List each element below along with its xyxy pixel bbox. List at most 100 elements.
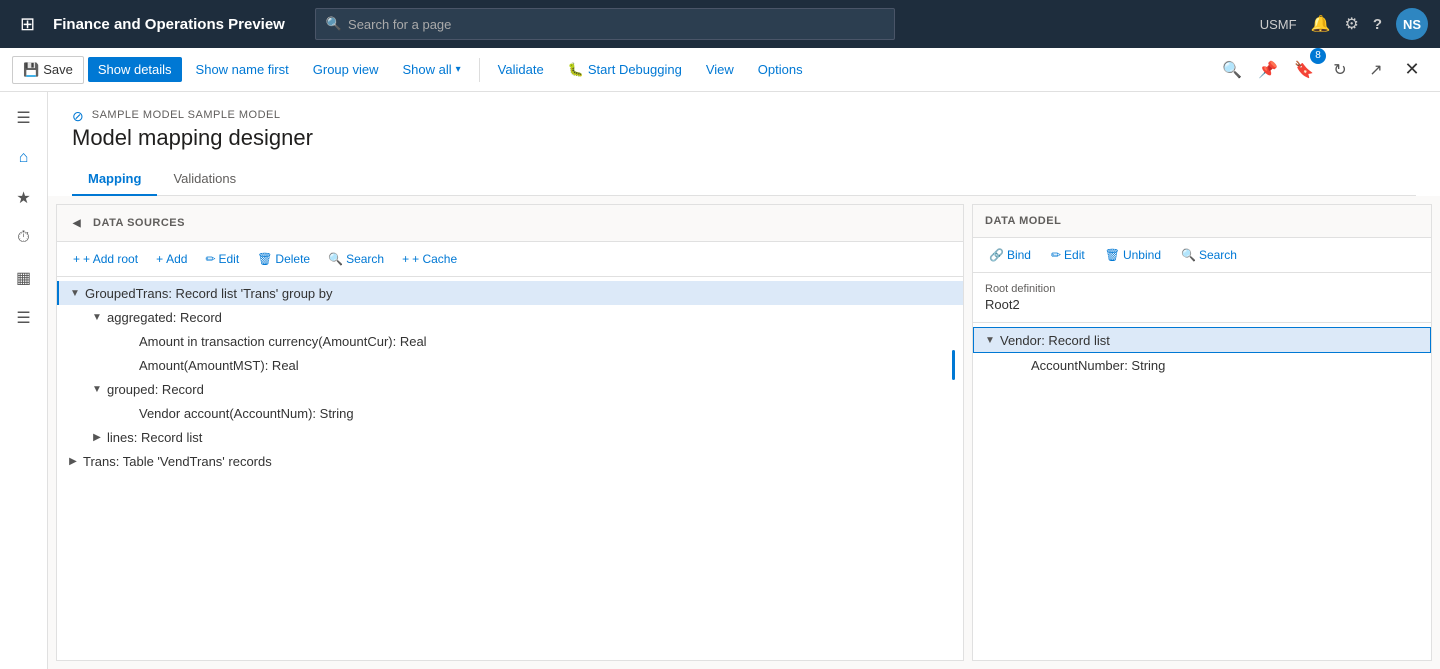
datasources-toolbar: + + Add root + Add ✏ Edit 🗑 Delete — [57, 242, 963, 277]
datasources-collapse-btn[interactable]: ◀ — [69, 215, 85, 231]
top-nav-right: USMF 🔔 ⚙ ? NS — [1260, 8, 1428, 40]
view-button[interactable]: View — [696, 57, 744, 82]
scroll-indicator — [952, 350, 955, 380]
sidebar-modules-icon[interactable]: ☰ — [6, 300, 42, 336]
dm-collapse-icon[interactable]: ▼ — [982, 332, 998, 348]
global-search[interactable]: 🔍 — [315, 8, 895, 40]
root-def-label: Root definition — [985, 283, 1419, 295]
tree-item[interactable]: ▶ lines: Record list — [57, 425, 963, 449]
show-all-button[interactable]: Show all ▾ — [393, 57, 471, 82]
datasources-tree: ▼ GroupedTrans: Record list 'Trans' grou… — [57, 277, 963, 660]
datamodel-tree: ▼ Vendor: Record list ▶ AccountNumber: S… — [973, 323, 1431, 660]
search-input[interactable] — [348, 17, 884, 32]
show-name-first-button[interactable]: Show name first — [186, 57, 299, 82]
tab-bar: Mapping Validations — [72, 163, 1416, 196]
usmf-label: USMF — [1260, 17, 1297, 32]
refresh-button[interactable]: ↻ — [1324, 54, 1356, 86]
tree-item[interactable]: ▶ Vendor account(AccountNum): String — [57, 401, 963, 425]
trash-dm-icon: 🗑 — [1105, 248, 1120, 262]
start-debugging-button[interactable]: 🐛 Start Debugging — [558, 57, 692, 83]
dm-tree-item[interactable]: ▼ Vendor: Record list — [973, 327, 1431, 353]
sidebar-workspaces-icon[interactable]: ▦ — [6, 260, 42, 296]
notification-badge: 8 — [1310, 48, 1326, 64]
left-sidebar: ☰ ⌂ ★ ⏱ ▦ ☰ — [0, 92, 48, 669]
avatar[interactable]: NS — [1396, 8, 1428, 40]
collapse-icon[interactable]: ▼ — [89, 309, 105, 325]
dm-tree-item[interactable]: ▶ AccountNumber: String — [973, 353, 1431, 377]
root-def-value: Root2 — [985, 297, 1419, 312]
search-ds-button[interactable]: 🔍 Search — [320, 248, 392, 270]
unbind-button[interactable]: 🗑 Unbind — [1097, 244, 1169, 266]
gear-icon[interactable]: ⚙ — [1344, 14, 1358, 34]
grid-icon[interactable]: ⊞ — [12, 10, 43, 39]
collapse-icon[interactable]: ▼ — [89, 381, 105, 397]
dm-edit-icon: ✏ — [1051, 248, 1061, 262]
add-root-button[interactable]: + + Add root — [65, 248, 146, 270]
chevron-down-icon: ▾ — [456, 64, 461, 75]
notification-area: 🔖 8 — [1288, 54, 1320, 86]
tree-item[interactable]: ▶ Amount(AmountMST): Real — [57, 353, 963, 377]
trash-icon: 🗑 — [257, 252, 272, 266]
tab-validations[interactable]: Validations — [157, 163, 252, 196]
link-icon: 🔗 — [989, 248, 1004, 262]
top-navigation: ⊞ Finance and Operations Preview 🔍 USMF … — [0, 0, 1440, 48]
search-ds-icon: 🔍 — [328, 252, 343, 266]
expand-icon[interactable]: ▶ — [89, 429, 105, 445]
edit-button[interactable]: ✏ Edit — [197, 248, 247, 270]
external-link-button[interactable]: ↗ — [1360, 54, 1392, 86]
search-icon: 🔍 — [326, 16, 342, 32]
cache-icon: + — [402, 252, 409, 266]
tree-item[interactable]: ▶ Amount in transaction currency(AmountC… — [57, 329, 963, 353]
filter-icon[interactable]: ⊘ — [72, 108, 84, 125]
dm-edit-button[interactable]: ✏ Edit — [1043, 244, 1093, 266]
close-button[interactable]: ✕ — [1396, 54, 1428, 86]
options-button[interactable]: Options — [748, 57, 813, 82]
datasources-header: ◀ DATA SOURCES — [57, 205, 963, 242]
tree-item[interactable]: ▶ Trans: Table 'VendTrans' records — [57, 449, 963, 473]
separator-1 — [479, 58, 480, 82]
pin-button[interactable]: 📌 — [1252, 54, 1284, 86]
bind-button[interactable]: 🔗 Bind — [981, 244, 1039, 266]
main-toolbar: 💾 Save Show details Show name first Grou… — [0, 48, 1440, 92]
tab-mapping[interactable]: Mapping — [72, 163, 157, 196]
datasources-pane: ◀ DATA SOURCES + + Add root + Add ✏ Edit — [56, 204, 964, 661]
add-root-icon: + — [73, 252, 80, 266]
main-layout: ☰ ⌂ ★ ⏱ ▦ ☰ ⊘ SAMPLE MODEL SAMPLE MODEL … — [0, 92, 1440, 669]
save-button[interactable]: 💾 Save — [12, 56, 84, 84]
show-details-button[interactable]: Show details — [88, 57, 182, 82]
sidebar-recent-icon[interactable]: ⏱ — [6, 220, 42, 256]
datamodel-header: DATA MODEL — [973, 205, 1431, 238]
expand-icon[interactable]: ▶ — [65, 453, 81, 469]
root-definition: Root definition Root2 — [973, 273, 1431, 323]
sidebar-menu-icon[interactable]: ☰ — [6, 100, 42, 136]
search-toolbar-button[interactable]: 🔍 — [1216, 54, 1248, 86]
group-view-button[interactable]: Group view — [303, 57, 389, 82]
sidebar-home-icon[interactable]: ⌂ — [6, 140, 42, 176]
breadcrumb: SAMPLE MODEL SAMPLE MODEL — [92, 109, 281, 121]
collapse-icon[interactable]: ▼ — [67, 285, 83, 301]
page-header: ⊘ SAMPLE MODEL SAMPLE MODEL Model mappin… — [48, 92, 1440, 196]
delete-button[interactable]: 🗑 Delete — [249, 248, 318, 270]
tree-item[interactable]: ▼ grouped: Record — [57, 377, 963, 401]
page-title: Model mapping designer — [72, 125, 1416, 151]
sidebar-favorites-icon[interactable]: ★ — [6, 180, 42, 216]
tree-item[interactable]: ▼ aggregated: Record — [57, 305, 963, 329]
datamodel-toolbar: 🔗 Bind ✏ Edit 🗑 Unbind 🔍 Search — [973, 238, 1431, 273]
tree-item[interactable]: ▼ GroupedTrans: Record list 'Trans' grou… — [57, 281, 963, 305]
content-area: ⊘ SAMPLE MODEL SAMPLE MODEL Model mappin… — [48, 92, 1440, 669]
dm-search-icon: 🔍 — [1181, 248, 1196, 262]
cache-button[interactable]: + + Cache — [394, 248, 465, 270]
edit-icon: ✏ — [205, 252, 215, 266]
save-icon: 💾 — [23, 62, 39, 78]
bell-icon[interactable]: 🔔 — [1311, 14, 1331, 34]
bug-icon: 🐛 — [568, 62, 584, 78]
help-icon[interactable]: ? — [1373, 16, 1382, 33]
split-pane: ◀ DATA SOURCES + + Add root + Add ✏ Edit — [48, 196, 1440, 669]
datamodel-pane: DATA MODEL 🔗 Bind ✏ Edit 🗑 Unbind — [972, 204, 1432, 661]
validate-button[interactable]: Validate — [488, 57, 554, 82]
add-icon: + — [156, 252, 163, 266]
app-title: Finance and Operations Preview — [53, 16, 285, 33]
datasources-title: DATA SOURCES — [93, 217, 185, 229]
add-button[interactable]: + Add — [148, 248, 195, 270]
dm-search-button[interactable]: 🔍 Search — [1173, 244, 1245, 266]
